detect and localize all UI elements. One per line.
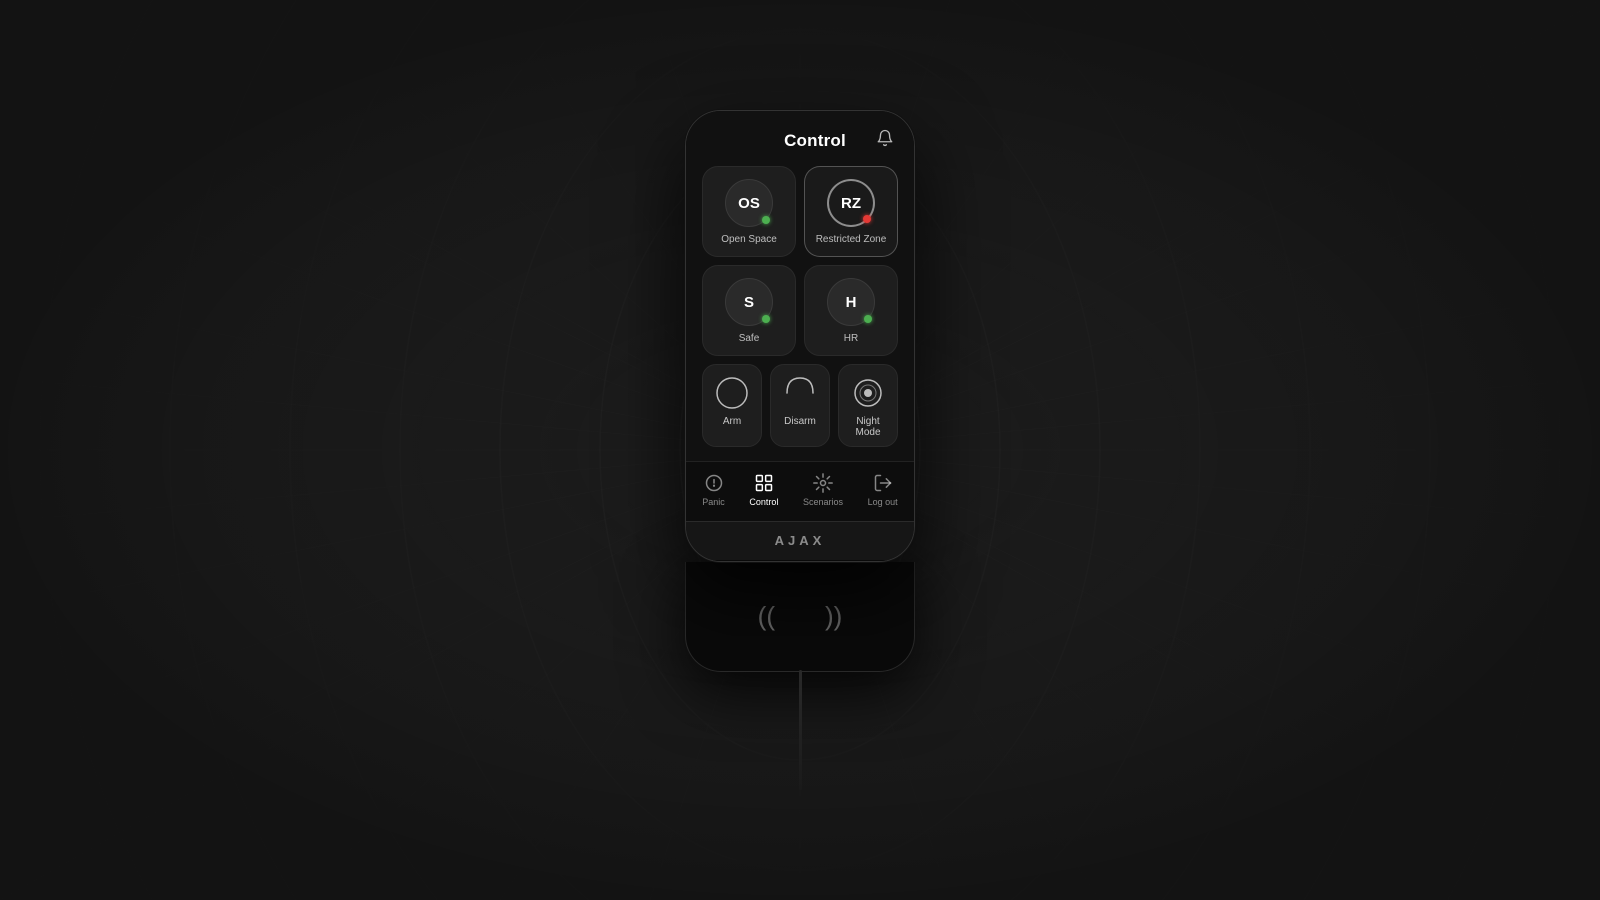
zone-indicator-os — [762, 216, 770, 224]
night-mode-button[interactable]: Night Mode — [838, 364, 898, 447]
disarm-button[interactable]: Disarm — [770, 364, 830, 447]
nav-logout[interactable]: Log out — [860, 470, 906, 509]
zone-circle-os: OS — [725, 179, 773, 227]
nav-control-label: Control — [749, 497, 778, 507]
zone-safe[interactable]: S Safe — [702, 265, 796, 356]
night-mode-label: Night Mode — [845, 416, 891, 438]
zone-short-os: OS — [738, 195, 760, 212]
nfc-reader: (( )) — [685, 562, 915, 672]
zone-name-os: Open Space — [721, 233, 777, 246]
night-mode-icon — [850, 375, 886, 411]
nav-scenarios[interactable]: Scenarios — [795, 470, 851, 509]
phone-screen: Control OS — [686, 111, 914, 521]
actions-grid: Arm Disarm — [686, 364, 914, 461]
zone-circle-s: S — [725, 278, 773, 326]
zone-restricted[interactable]: RZ Restricted Zone — [804, 166, 898, 257]
control-icon — [753, 472, 775, 494]
bell-icon[interactable] — [876, 129, 894, 152]
zone-name-h: HR — [844, 332, 858, 345]
nav-control[interactable]: Control — [741, 470, 786, 509]
scenarios-icon — [812, 472, 834, 494]
zone-circle-h: H — [827, 278, 875, 326]
ajax-logo-area: AJAX — [686, 521, 914, 561]
zone-short-h: H — [846, 294, 857, 311]
panic-icon — [703, 472, 725, 494]
ajax-logo: AJAX — [775, 533, 826, 548]
zone-indicator-rz — [863, 215, 871, 223]
zones-grid: OS Open Space RZ Restricted Zone — [686, 166, 914, 364]
background: Control OS — [0, 0, 1600, 900]
nfc-wave-left: (( — [758, 601, 775, 632]
disarm-icon — [782, 375, 818, 411]
zone-name-rz: Restricted Zone — [816, 233, 887, 246]
charging-cable — [799, 670, 802, 790]
phone-body: Control OS — [685, 110, 915, 562]
nav-panic[interactable]: Panic — [694, 470, 733, 509]
arm-icon — [714, 375, 750, 411]
zone-indicator-h — [864, 315, 872, 323]
arm-button[interactable]: Arm — [702, 364, 762, 447]
nav-scenarios-label: Scenarios — [803, 497, 843, 507]
zone-indicator-s — [762, 315, 770, 323]
screen-title: Control — [754, 131, 876, 151]
disarm-label: Disarm — [784, 416, 816, 427]
nav-panic-label: Panic — [702, 497, 725, 507]
zone-name-s: Safe — [739, 332, 760, 345]
zone-short-rz: RZ — [841, 195, 861, 212]
nav-logout-label: Log out — [868, 497, 898, 507]
phone-device: Control OS — [685, 110, 915, 790]
bottom-nav: Panic Control — [686, 461, 914, 521]
nfc-wave-right: )) — [825, 601, 842, 632]
zone-short-s: S — [744, 294, 754, 311]
screen-header: Control — [686, 111, 914, 166]
zone-circle-rz: RZ — [827, 179, 875, 227]
arm-label: Arm — [723, 416, 741, 427]
logout-icon — [872, 472, 894, 494]
zone-open-space[interactable]: OS Open Space — [702, 166, 796, 257]
zone-hr[interactable]: H HR — [804, 265, 898, 356]
